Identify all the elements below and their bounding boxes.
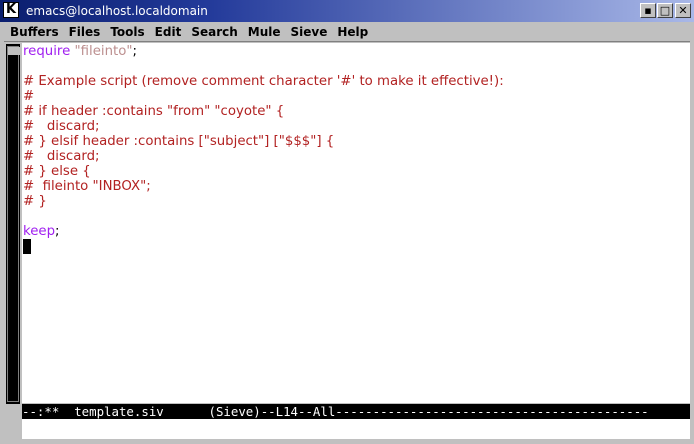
mode-line: --:** template.siv (Sieve)--L14--All----… <box>22 404 690 419</box>
code-line: # if header :contains "from" "coyote" { <box>23 104 284 119</box>
scrollbar-notch <box>8 47 20 55</box>
kde-app-icon[interactable]: K <box>3 2 19 18</box>
code-token: # } <box>23 194 47 209</box>
code-token: # } else { <box>23 164 91 179</box>
code-line: # Example script (remove comment charact… <box>23 74 504 89</box>
code-token: # if header :contains "from" "coyote" { <box>23 104 285 119</box>
code-line: # fileinto "INBOX"; <box>23 179 151 194</box>
code-line: # } else { <box>23 164 91 179</box>
code-token: "fileinto" <box>74 44 133 59</box>
code-line: # <box>23 89 34 104</box>
code-token: ; <box>132 44 137 59</box>
title-bar[interactable]: K emacs@localhost.localdomain ▪ □ ✕ <box>0 0 694 22</box>
menu-search[interactable]: Search <box>185 23 241 41</box>
menu-files[interactable]: Files <box>63 23 105 41</box>
emacs-window: K emacs@localhost.localdomain ▪ □ ✕ Buff… <box>0 0 694 444</box>
text-buffer[interactable]: require "fileinto"; # Example script (rem… <box>22 43 690 403</box>
minibuffer[interactable] <box>22 419 690 439</box>
code-token: # } elsif header :contains ["subject"] [… <box>23 134 335 149</box>
maximize-button[interactable]: □ <box>657 3 673 18</box>
menu-help[interactable]: Help <box>331 23 372 41</box>
code-token: # discard; <box>23 119 100 134</box>
code-token: keep <box>23 224 56 239</box>
code-token: # discard; <box>23 149 100 164</box>
menu-mule[interactable]: Mule <box>242 23 285 41</box>
code-token: require <box>23 44 71 59</box>
code-line: keep; <box>23 224 60 239</box>
code-token: # Example script (remove comment charact… <box>23 74 504 89</box>
code-line: require "fileinto"; <box>23 44 137 59</box>
code-token: # fileinto "INBOX"; <box>23 179 151 194</box>
code-line: # discard; <box>23 149 100 164</box>
code-token: ; <box>55 224 60 239</box>
vertical-scrollbar[interactable] <box>6 44 20 404</box>
code-line: # } elsif header :contains ["subject"] [… <box>23 134 334 149</box>
menu-sieve[interactable]: Sieve <box>285 23 332 41</box>
code-line: # } <box>23 194 47 209</box>
code-token: # <box>23 89 35 104</box>
menu-buffers[interactable]: Buffers <box>4 23 63 41</box>
menu-edit[interactable]: Edit <box>149 23 186 41</box>
close-button[interactable]: ✕ <box>675 3 691 18</box>
window-title: emacs@localhost.localdomain <box>26 4 208 18</box>
window-frame-bottom <box>0 439 694 444</box>
menu-tools[interactable]: Tools <box>104 23 148 41</box>
text-cursor <box>23 239 31 254</box>
scrollbar-thumb[interactable] <box>7 46 20 402</box>
menu-bar: Buffers Files Tools Edit Search Mule Sie… <box>4 22 690 42</box>
minimize-button[interactable]: ▪ <box>640 3 656 18</box>
code-line: # discard; <box>23 119 100 134</box>
